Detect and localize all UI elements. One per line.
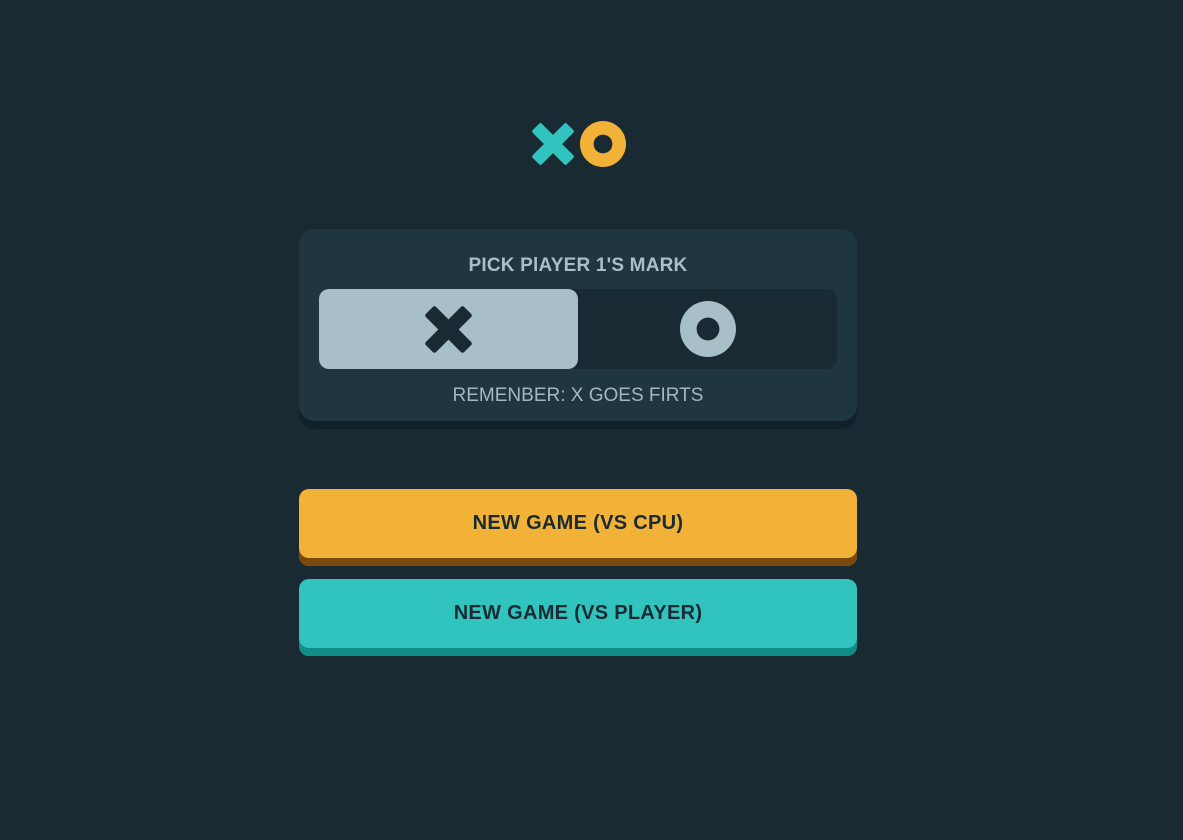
new-game-vs-player-button[interactable]: NEW GAME (VS PLAYER) <box>299 579 857 656</box>
x-mark-icon <box>532 123 574 165</box>
logo <box>532 120 628 168</box>
o-mark-icon <box>580 121 626 167</box>
mark-option-o[interactable] <box>578 289 837 369</box>
mark-toggle <box>319 289 837 369</box>
o-mark-icon <box>679 301 736 357</box>
first-move-hint: REMENBER: X GOES FIRTS <box>452 385 704 406</box>
mark-picker-card: PICK PlAYER 1'S MARK REMENBER: X GOES FI… <box>299 229 857 429</box>
mark-picker-title: PICK PlAYER 1'S MARK <box>468 255 688 276</box>
x-mark-icon <box>425 305 472 353</box>
mark-option-x[interactable] <box>319 289 578 369</box>
new-game-vs-cpu-button[interactable]: NEW GAME (VS CPU) <box>299 489 857 566</box>
